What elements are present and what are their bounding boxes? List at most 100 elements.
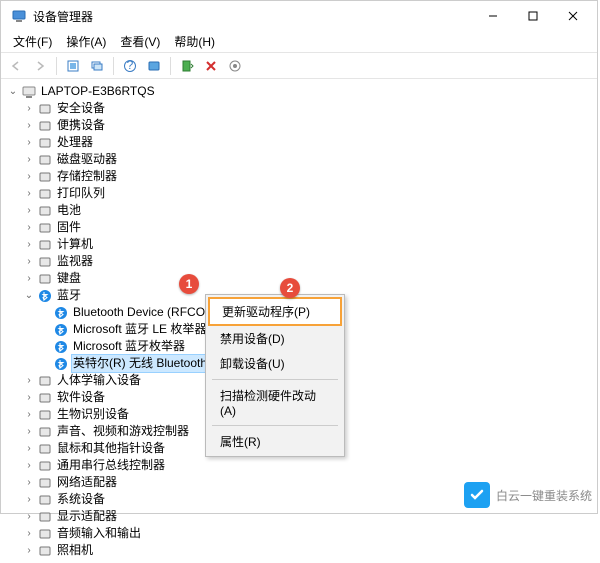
expand-icon[interactable]: › bbox=[23, 423, 35, 440]
collapse-icon[interactable]: ⌄ bbox=[23, 287, 35, 304]
menu-uninstall-device[interactable]: 卸载设备(U) bbox=[208, 351, 342, 376]
menu-file[interactable]: 文件(F) bbox=[7, 31, 58, 52]
tree-category[interactable]: ›固件 bbox=[5, 219, 597, 236]
watermark-text: 白云一键重装系统 bbox=[496, 487, 592, 504]
menu-properties[interactable]: 属性(R) bbox=[208, 429, 342, 454]
expand-icon[interactable]: › bbox=[23, 270, 35, 287]
toolbar-btn[interactable] bbox=[86, 55, 108, 77]
expand-icon[interactable]: › bbox=[23, 372, 35, 389]
expand-icon[interactable]: › bbox=[23, 474, 35, 491]
device-icon bbox=[37, 373, 53, 389]
expand-icon[interactable]: › bbox=[23, 134, 35, 151]
maximize-button[interactable] bbox=[513, 4, 553, 28]
expand-icon[interactable]: › bbox=[23, 389, 35, 406]
separator bbox=[170, 57, 171, 75]
toolbar: ? bbox=[1, 53, 597, 79]
expand-icon[interactable]: › bbox=[23, 253, 35, 270]
close-button[interactable] bbox=[553, 4, 593, 28]
expand-icon[interactable]: › bbox=[23, 185, 35, 202]
expand-icon[interactable]: › bbox=[23, 100, 35, 117]
menu-action[interactable]: 操作(A) bbox=[60, 31, 112, 52]
expand-icon[interactable]: › bbox=[23, 542, 35, 559]
tree-category[interactable]: ›照相机 bbox=[5, 542, 597, 559]
tree-category[interactable]: ›便携设备 bbox=[5, 117, 597, 134]
expand-icon[interactable]: › bbox=[23, 202, 35, 219]
toolbar-btn[interactable] bbox=[143, 55, 165, 77]
separator bbox=[113, 57, 114, 75]
window-title: 设备管理器 bbox=[33, 8, 473, 25]
device-icon bbox=[37, 186, 53, 202]
device-icon bbox=[37, 152, 53, 168]
back-button bbox=[5, 55, 27, 77]
menu-disable-device[interactable]: 禁用设备(D) bbox=[208, 326, 342, 351]
toolbar-btn[interactable] bbox=[224, 55, 246, 77]
device-icon bbox=[37, 407, 53, 423]
menu-update-driver[interactable]: 更新驱动程序(P) bbox=[208, 297, 342, 326]
device-icon bbox=[37, 135, 53, 151]
expand-icon[interactable]: › bbox=[23, 457, 35, 474]
device-icon bbox=[37, 203, 53, 219]
uninstall-button[interactable] bbox=[200, 55, 222, 77]
device-icon bbox=[37, 441, 53, 457]
expand-icon[interactable]: › bbox=[23, 525, 35, 542]
expand-icon[interactable]: › bbox=[23, 168, 35, 185]
tree-category[interactable]: ›显示适配器 bbox=[5, 508, 597, 525]
expand-icon[interactable]: › bbox=[23, 491, 35, 508]
device-icon bbox=[37, 220, 53, 236]
bluetooth-icon bbox=[53, 322, 69, 338]
toolbar-btn[interactable] bbox=[62, 55, 84, 77]
menu-scan-hardware[interactable]: 扫描检测硬件改动(A) bbox=[208, 383, 342, 422]
bluetooth-icon bbox=[37, 288, 53, 304]
expand-icon[interactable]: › bbox=[23, 508, 35, 525]
expand-icon[interactable]: › bbox=[23, 406, 35, 423]
device-icon bbox=[37, 424, 53, 440]
device-icon bbox=[37, 390, 53, 406]
device-icon bbox=[37, 543, 53, 559]
minimize-button[interactable] bbox=[473, 4, 513, 28]
svg-text:?: ? bbox=[127, 59, 134, 72]
tree-category[interactable]: ›安全设备 bbox=[5, 100, 597, 117]
separator bbox=[56, 57, 57, 75]
device-icon bbox=[37, 237, 53, 253]
tree-root[interactable]: ⌄ LAPTOP-E3B6RTQS bbox=[5, 83, 597, 100]
tree-category[interactable]: ›存储控制器 bbox=[5, 168, 597, 185]
expand-icon[interactable]: › bbox=[23, 236, 35, 253]
menu-view[interactable]: 查看(V) bbox=[114, 31, 166, 52]
scan-button[interactable] bbox=[176, 55, 198, 77]
tree-category[interactable]: ›电池 bbox=[5, 202, 597, 219]
expand-icon[interactable]: › bbox=[23, 151, 35, 168]
context-menu: 更新驱动程序(P) 禁用设备(D) 卸载设备(U) 扫描检测硬件改动(A) 属性… bbox=[205, 294, 345, 457]
computer-icon bbox=[21, 84, 37, 100]
device-icon bbox=[37, 509, 53, 525]
app-icon bbox=[11, 8, 27, 24]
tree-category[interactable]: ›打印队列 bbox=[5, 185, 597, 202]
watermark: 白云一键重装系统 bbox=[464, 482, 592, 508]
tree-category[interactable]: ›通用串行总线控制器 bbox=[5, 457, 597, 474]
tree-category[interactable]: ›键盘 bbox=[5, 270, 597, 287]
device-icon bbox=[37, 254, 53, 270]
expand-icon[interactable]: › bbox=[23, 219, 35, 236]
device-icon bbox=[37, 475, 53, 491]
collapse-icon[interactable]: ⌄ bbox=[7, 83, 19, 100]
tree-category[interactable]: ›处理器 bbox=[5, 134, 597, 151]
device-icon bbox=[37, 169, 53, 185]
help-button[interactable]: ? bbox=[119, 55, 141, 77]
device-icon bbox=[37, 526, 53, 542]
device-icon bbox=[37, 118, 53, 134]
tree-category[interactable]: ›磁盘驱动器 bbox=[5, 151, 597, 168]
expand-icon[interactable]: › bbox=[23, 440, 35, 457]
expand-icon[interactable]: › bbox=[23, 117, 35, 134]
title-bar: 设备管理器 bbox=[1, 1, 597, 31]
annotation-badge-1: 1 bbox=[179, 274, 199, 294]
bluetooth-icon bbox=[53, 305, 69, 321]
tree-category[interactable]: ›计算机 bbox=[5, 236, 597, 253]
annotation-badge-2: 2 bbox=[280, 278, 300, 298]
device-icon bbox=[37, 271, 53, 287]
tree-category[interactable]: ›音频输入和输出 bbox=[5, 525, 597, 542]
device-icon bbox=[37, 101, 53, 117]
bluetooth-icon bbox=[53, 339, 69, 355]
menu-help[interactable]: 帮助(H) bbox=[168, 31, 221, 52]
tree-category[interactable]: ›监视器 bbox=[5, 253, 597, 270]
menu-separator bbox=[212, 425, 338, 426]
watermark-icon bbox=[464, 482, 490, 508]
